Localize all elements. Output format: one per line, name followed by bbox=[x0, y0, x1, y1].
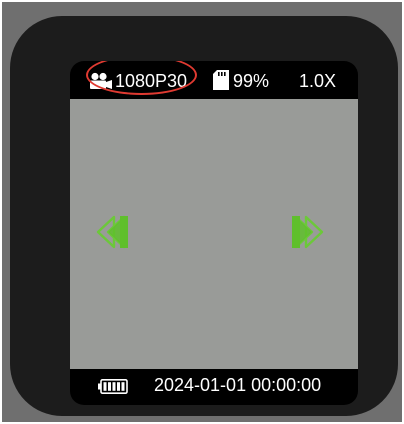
battery-icon bbox=[98, 379, 128, 394]
date-time: 2024-01-01 00:00:00 bbox=[154, 375, 322, 395]
viewfinder bbox=[70, 99, 358, 369]
status-bar: 1080P30 99% 1.0X bbox=[70, 61, 358, 99]
zoom-level: 1.0X bbox=[299, 71, 337, 91]
bottom-bar: 2024-01-01 00:00:00 bbox=[70, 369, 358, 405]
sd-card-icon bbox=[213, 70, 229, 90]
device-bezel: 1080P30 99% 1.0X 2024-01-01 00:00:00 bbox=[10, 16, 398, 416]
storage-percentage: 99% bbox=[233, 71, 270, 91]
arrow-right-icon[interactable] bbox=[290, 212, 324, 252]
photo-frame: 1080P30 99% 1.0X 2024-01-01 00:00:00 bbox=[2, 2, 402, 422]
arrow-left-icon[interactable] bbox=[96, 212, 130, 252]
camera-screen: 1080P30 99% 1.0X 2024-01-01 00:00:00 bbox=[70, 61, 358, 405]
